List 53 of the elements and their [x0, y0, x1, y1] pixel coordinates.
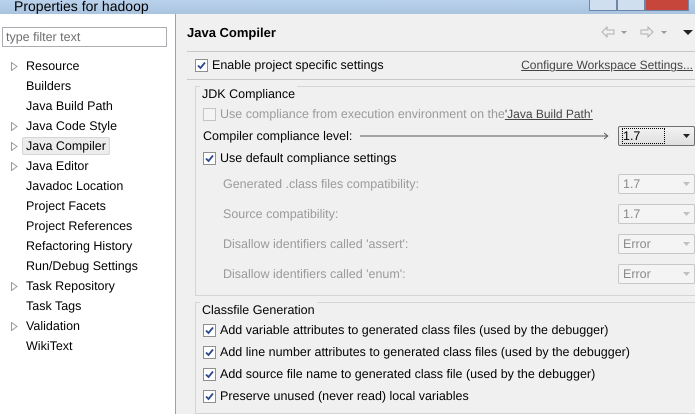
checkbox-label: Preserve unused (never read) local variables: [220, 389, 469, 403]
caret-icon: [683, 182, 690, 186]
checkbox-label: Add line number attributes to generated class files (used by the debugger): [220, 345, 630, 359]
tree-item[interactable]: Java Editor: [22, 157, 93, 175]
checkbox-label: Use compliance from execution environment on the: [220, 107, 505, 121]
field-label: Source compatibility:: [223, 207, 338, 221]
field-label: Disallow identifiers called 'enum':: [223, 267, 406, 281]
expand-arrow-icon[interactable]: [11, 122, 18, 130]
tree-item[interactable]: Javadoc Location: [22, 177, 128, 195]
window-title: Properties for hadoop: [14, 0, 149, 12]
checkbox[interactable]: [203, 368, 216, 380]
configure-workspace-link[interactable]: Configure Workspace Settings...: [521, 58, 693, 72]
caret-icon: [683, 134, 690, 138]
checkbox-label: Enable project specific settings: [212, 58, 384, 72]
group-title: JDK Compliance: [200, 86, 298, 103]
checkbox[interactable]: [203, 152, 216, 164]
checkbox[interactable]: [203, 346, 216, 358]
expand-arrow-icon[interactable]: [11, 322, 18, 330]
minimize-button[interactable]: [589, 0, 617, 11]
checkbox[interactable]: [195, 58, 208, 72]
tree-item[interactable]: Task Tags: [22, 297, 86, 315]
filter-field[interactable]: type filter text: [2, 27, 167, 47]
caret-icon: [683, 242, 690, 246]
checkbox-label: Add variable attributes to generated class files (used by the debugger): [220, 323, 608, 337]
expand-arrow-icon[interactable]: [11, 62, 18, 70]
navigation-arrows-icon[interactable]: [601, 26, 695, 38]
field-label: Generated .class files compatibility:: [223, 177, 419, 191]
caret-icon: [683, 272, 690, 276]
tree-item[interactable]: WikiText: [22, 337, 77, 355]
checkbox[interactable]: [203, 324, 216, 336]
tree-item[interactable]: Java Code Style: [22, 117, 122, 135]
tree-item[interactable]: Java Build Path: [22, 97, 117, 115]
tree-item[interactable]: Project Facets: [22, 197, 110, 215]
maximize-button[interactable]: [617, 0, 645, 11]
tree-item[interactable]: Run/Debug Settings: [22, 257, 142, 275]
field-label: Compiler compliance level:: [203, 129, 352, 143]
tree-item[interactable]: Builders: [22, 77, 76, 95]
expand-arrow-icon[interactable]: [11, 162, 18, 170]
tree-item[interactable]: Resource: [22, 57, 84, 75]
expand-arrow-icon[interactable]: [11, 142, 18, 150]
tree-item[interactable]: Project References: [22, 217, 136, 235]
tree-item[interactable]: Refactoring History: [22, 237, 136, 255]
compliance-level-dropdown[interactable]: 1.7: [618, 126, 695, 146]
checkbox[interactable]: [203, 390, 216, 402]
tree-item[interactable]: Validation: [22, 317, 84, 335]
checkbox-label: Use default compliance settings: [220, 151, 396, 165]
tree-item[interactable]: Java Compiler: [22, 137, 110, 155]
caret-icon: [683, 212, 690, 216]
page-title: Java Compiler: [187, 24, 276, 40]
field-label: Disallow identifiers called 'assert':: [223, 237, 408, 251]
checkbox-label: Add source file name to generated class file (used by the debugger): [220, 367, 596, 381]
tree-item[interactable]: Task Repository: [22, 277, 119, 295]
expand-arrow-icon[interactable]: [11, 282, 18, 290]
